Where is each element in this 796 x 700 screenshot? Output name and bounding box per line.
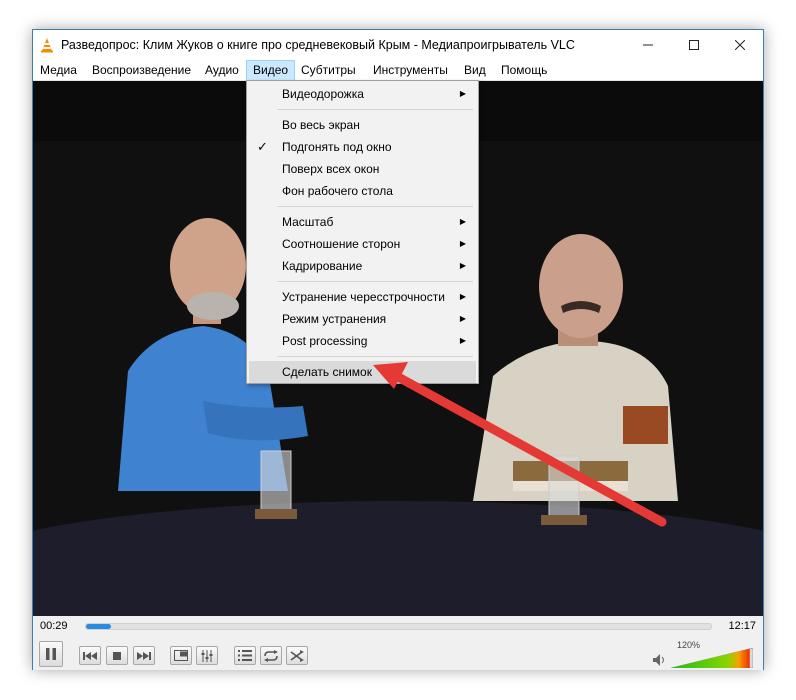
menu-audio[interactable]: Аудио [199,60,245,81]
close-icon [735,40,745,50]
coaster-left [255,509,297,519]
speaker-icon [653,654,664,666]
menu-item-label: Подгонять под окно [282,140,392,154]
menu-item-label: Кадрирование [282,259,363,273]
fullscreen-button[interactable] [170,646,192,665]
menu-item-always-on-top[interactable]: Поверх всех окон [249,158,476,180]
submenu-arrow-icon: ▶ [459,89,466,98]
title-bar[interactable]: Разведопрос: Клим Жуков о книге про сред… [33,30,763,60]
next-button[interactable] [133,646,155,665]
menu-item-label: Режим устранения [282,312,387,326]
menu-separator [277,356,473,357]
vlc-cone-icon [41,38,53,53]
submenu-arrow-icon: ▶ [459,314,466,323]
menu-tools[interactable]: Инструменты [367,60,454,81]
fullscreen-icon [174,650,188,661]
minimize-button[interactable] [625,30,671,60]
playlist-icon [238,650,252,661]
glass-left [260,450,292,514]
extended-settings-button[interactable] [196,646,218,665]
menu-item-fit-window[interactable]: ✓ Подгонять под окно [249,136,476,158]
window-title: Разведопрос: Клим Жуков о книге про сред… [61,38,575,52]
menu-item-deinterlace-mode[interactable]: Режим устранения ▶ [249,308,476,330]
time-elapsed[interactable]: 00:29 [40,620,68,632]
seek-bar[interactable] [85,623,712,630]
menu-item-take-snapshot[interactable]: Сделать снимок [249,361,476,383]
menu-item-wallpaper[interactable]: Фон рабочего стола [249,180,476,202]
glass-right [548,455,580,519]
seek-progress [86,624,111,629]
menu-separator [277,206,473,207]
menu-help[interactable]: Помощь [495,60,553,81]
menu-item-aspect-ratio[interactable]: Соотношение сторон ▶ [249,233,476,255]
volume-slider[interactable] [671,648,753,668]
coaster-right [541,515,587,525]
play-pause-button[interactable] [39,641,63,667]
menu-playback[interactable]: Воспроизведение [86,60,197,81]
menu-item-video-track[interactable]: Видеодорожка ▶ [249,83,476,105]
loop-button[interactable] [260,646,282,665]
video-dropdown-menu: Видеодорожка ▶ Во весь экран ✓ Подгонять п… [246,80,479,384]
menu-view[interactable]: Вид [458,60,492,81]
time-total[interactable]: 12:17 [728,620,756,632]
menu-separator [277,109,473,110]
next-icon [137,651,151,660]
previous-icon [83,651,97,660]
menu-subtitles[interactable]: Субтитры [295,60,362,81]
previous-button[interactable] [79,646,101,665]
playlist-button[interactable] [234,646,256,665]
menu-item-label: Масштаб [282,215,334,229]
submenu-arrow-icon: ▶ [459,239,466,248]
maximize-button[interactable] [671,30,717,60]
loop-icon [264,649,278,662]
submenu-arrow-icon: ▶ [459,261,466,270]
control-bar: 120% [33,636,763,670]
menu-item-zoom[interactable]: Масштаб ▶ [249,211,476,233]
extended-settings-icon [201,649,213,662]
maximize-icon [689,40,699,50]
menu-item-label: Поверх всех окон [282,162,380,176]
menu-separator [277,281,473,282]
submenu-arrow-icon: ▶ [459,336,466,345]
menu-item-crop[interactable]: Кадрирование ▶ [249,255,476,277]
submenu-arrow-icon: ▶ [459,217,466,226]
menu-item-label: Сделать снимок [282,365,372,379]
menu-item-label: Устранение чересстрочности [282,290,445,304]
menu-item-deinterlace[interactable]: Устранение чересстрочности ▶ [249,286,476,308]
menu-item-label: Post processing [282,334,368,348]
menu-video[interactable]: Видео [246,60,296,81]
menu-item-label: Видеодорожка [282,87,364,101]
stop-icon [113,651,121,660]
shuffle-button[interactable] [286,646,308,665]
menu-bar: Медиа Воспроизведение Аудио Видео Субтит… [33,60,763,81]
seek-row: 00:29 12:17 [33,616,763,636]
close-button[interactable] [717,30,763,60]
minimize-icon [643,44,653,46]
menu-item-fullscreen[interactable]: Во весь экран [249,114,476,136]
submenu-arrow-icon: ▶ [459,292,466,301]
table-shape [33,501,763,616]
menu-item-label: Фон рабочего стола [282,184,393,198]
menu-item-label: Соотношение сторон [282,237,401,251]
shuffle-icon [290,649,304,662]
checkmark-icon: ✓ [257,139,268,154]
menu-item-post-processing[interactable]: Post processing ▶ [249,330,476,352]
stop-button[interactable] [106,646,128,665]
menu-media[interactable]: Медиа [34,60,83,81]
menu-item-label: Во весь экран [282,118,360,132]
volume-control[interactable]: 120% [653,640,753,668]
pause-icon [46,648,56,660]
